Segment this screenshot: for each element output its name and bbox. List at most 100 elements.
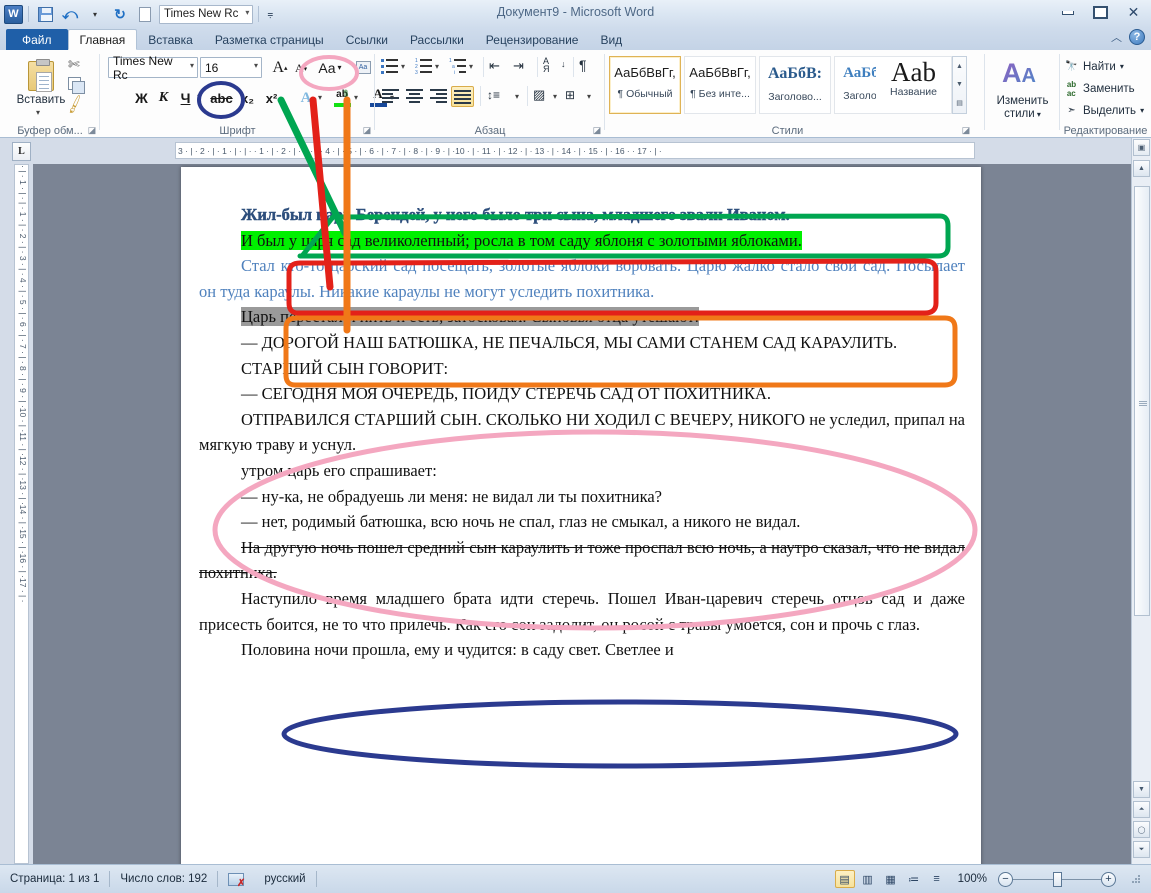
- paste-button[interactable]: [26, 57, 56, 92]
- style-title[interactable]: Aab Название: [876, 56, 952, 114]
- underline-dropdown[interactable]: ▾: [197, 92, 201, 101]
- clipboard-dialog-launcher[interactable]: ◪: [87, 125, 97, 135]
- decrease-indent-button[interactable]: ⇤: [489, 58, 500, 74]
- underline-button[interactable]: Ч: [176, 88, 195, 108]
- tab-review[interactable]: Рецензирование: [475, 29, 590, 50]
- paragraph-7[interactable]: — СЕГОДНЯ МОЯ ОЧЕРЕДЬ, ПОЙДУ СТЕРЕЧЬ САД…: [199, 381, 965, 407]
- maximize-button[interactable]: [1087, 4, 1114, 21]
- next-page-button[interactable]: ⏷: [1133, 841, 1150, 858]
- styles-gallery-scroll[interactable]: ▲ ▼ ▤: [952, 56, 967, 114]
- find-button[interactable]: 🔭 Найти ▾: [1064, 56, 1124, 77]
- style-no-spacing[interactable]: АаБбВвГг, ¶ Без инте...: [684, 56, 756, 114]
- font-size-input[interactable]: 16: [200, 57, 262, 78]
- tab-insert[interactable]: Вставка: [137, 29, 204, 50]
- paragraph-13[interactable]: Наступило время младшего брата идти стер…: [199, 586, 965, 637]
- multilevel-list-dropdown[interactable]: ▾: [469, 62, 473, 71]
- clear-formatting-button[interactable]: Aa: [352, 57, 374, 77]
- shading-button[interactable]: ▨: [533, 87, 545, 103]
- word-count-indicator[interactable]: Число слов: 192: [110, 869, 217, 889]
- paragraph-2[interactable]: И был у царя сад великолепный; росла в т…: [199, 228, 965, 254]
- numbering-dropdown[interactable]: ▾: [435, 62, 439, 71]
- paragraph-8[interactable]: ОТПРАВИЛСЯ СТАРШИЙ СЫН. СКОЛЬКО НИ ХОДИЛ…: [199, 407, 965, 458]
- shading-dropdown[interactable]: ▾: [553, 92, 557, 101]
- previous-page-button[interactable]: ⏶: [1133, 801, 1150, 818]
- tab-references[interactable]: Ссылки: [335, 29, 399, 50]
- zoom-level-label[interactable]: 100%: [950, 873, 995, 885]
- paragraph-9[interactable]: утром царь его спрашивает:: [199, 458, 965, 484]
- tab-file[interactable]: Файл: [6, 29, 68, 50]
- minimize-button[interactable]: [1054, 4, 1081, 21]
- highlight-button[interactable]: ab ✎: [332, 86, 353, 108]
- align-center-button[interactable]: [405, 88, 424, 104]
- close-button[interactable]: ✕: [1120, 4, 1147, 21]
- line-spacing-button[interactable]: ↕≡: [487, 88, 500, 102]
- scroll-up-button[interactable]: ▲: [1133, 160, 1150, 177]
- show-formatting-marks-button[interactable]: ¶: [579, 57, 587, 73]
- superscript-button[interactable]: x²: [261, 88, 282, 108]
- tab-home[interactable]: Главная: [67, 29, 138, 50]
- font-dialog-launcher[interactable]: ◪: [362, 125, 372, 135]
- increase-indent-button[interactable]: ⇥: [513, 58, 524, 74]
- paragraph-3[interactable]: Стал кто-то царский сад посещать, золоты…: [199, 253, 965, 304]
- zoom-slider[interactable]: − +: [998, 871, 1126, 887]
- copy-button[interactable]: [68, 77, 85, 94]
- style-normal[interactable]: АаБбВвГг, ¶ Обычный: [609, 56, 681, 114]
- bullets-button[interactable]: [381, 58, 399, 74]
- page-indicator[interactable]: Страница: 1 из 1: [0, 869, 109, 889]
- sort-button[interactable]: АЯ: [543, 57, 550, 74]
- paragraph-5[interactable]: — ДОРОГОЙ НАШ БАТЮШКА, НЕ ПЕЧАЛЬСЯ, МЫ С…: [199, 330, 965, 356]
- borders-button[interactable]: ⊞: [565, 88, 575, 102]
- window-controls[interactable]: ✕: [1054, 4, 1147, 21]
- resize-grip-icon[interactable]: [1129, 872, 1143, 886]
- paragraph-12[interactable]: На другую ночь пошел средний сын караули…: [199, 535, 965, 586]
- tab-mailings[interactable]: Рассылки: [399, 29, 475, 50]
- view-web-layout-button[interactable]: ▦: [881, 870, 901, 888]
- view-full-screen-reading-button[interactable]: ▥: [858, 870, 878, 888]
- select-button[interactable]: ➣ Выделить ▾: [1064, 100, 1144, 121]
- zoom-out-button[interactable]: −: [998, 871, 1013, 887]
- paragraph-6[interactable]: СТАРШИЙ СЫН ГОВОРИТ:: [199, 356, 965, 382]
- subscript-button[interactable]: x₂: [237, 88, 258, 108]
- replace-button[interactable]: ab ac Заменить: [1064, 78, 1135, 99]
- change-styles-icon[interactable]: AA: [1002, 58, 1036, 89]
- numbering-button[interactable]: 123: [415, 58, 433, 76]
- text-effects-dropdown[interactable]: ▾: [318, 93, 322, 102]
- paste-dropdown-arrow[interactable]: ▾: [36, 108, 40, 117]
- bullets-dropdown[interactable]: ▾: [401, 62, 405, 71]
- scrollbar-thumb[interactable]: [1134, 186, 1150, 616]
- italic-button[interactable]: К: [154, 88, 173, 108]
- vertical-ruler[interactable]: · | · 1 · | · | · 1 · | · 2 · | · 3 · | …: [14, 164, 29, 864]
- cut-button[interactable]: ✄: [68, 56, 80, 73]
- paragraph-11[interactable]: — нет, родимый батюшка, всю ночь не спал…: [199, 509, 965, 535]
- scroll-down-icon[interactable]: ▼: [956, 81, 963, 88]
- font-name-input[interactable]: Times New Rc: [108, 54, 198, 82]
- align-left-button[interactable]: [381, 88, 400, 104]
- help-icon[interactable]: ?: [1129, 29, 1145, 45]
- view-print-layout-button[interactable]: ▤: [834, 870, 855, 888]
- highlight-dropdown[interactable]: ▾: [354, 93, 358, 102]
- style-heading-1[interactable]: АаБбВ: Заголово...: [759, 56, 831, 114]
- tab-view[interactable]: Вид: [589, 29, 633, 50]
- scroll-up-icon[interactable]: ▲: [956, 63, 963, 70]
- language-indicator[interactable]: русский: [254, 869, 315, 889]
- browse-object-button[interactable]: ◯: [1133, 821, 1150, 838]
- tab-stop-selector-button[interactable]: L: [12, 142, 31, 161]
- vertical-scrollbar[interactable]: ▣ ▲ ▼ ⏶ ◯ ⏷: [1131, 138, 1151, 864]
- align-right-button[interactable]: [429, 88, 448, 104]
- bold-button[interactable]: Ж: [132, 88, 151, 108]
- change-case-button[interactable]: Aa ▾: [315, 58, 345, 77]
- multilevel-list-button[interactable]: 1ai: [449, 58, 467, 76]
- styles-dialog-launcher[interactable]: ◪: [961, 125, 971, 135]
- view-draft-button[interactable]: ≡: [927, 870, 947, 888]
- zoom-track[interactable]: [1013, 871, 1101, 887]
- document-page[interactable]: Жил-был царь Берендей, у него было три с…: [181, 167, 981, 864]
- tab-page-layout[interactable]: Разметка страницы: [204, 29, 335, 50]
- paragraph-14[interactable]: Половина ночи прошла, ему и чудится: в с…: [199, 637, 965, 663]
- shrink-font-button[interactable]: A ▾: [292, 60, 310, 77]
- minimize-ribbon-icon[interactable]: ︿: [1111, 29, 1122, 45]
- zoom-in-button[interactable]: +: [1101, 871, 1116, 887]
- paragraph-1[interactable]: Жил-был царь Берендей, у него было три с…: [199, 202, 965, 228]
- document-text[interactable]: Жил-был царь Берендей, у него было три с…: [199, 202, 965, 663]
- document-canvas[interactable]: Жил-был царь Берендей, у него было три с…: [33, 164, 1131, 864]
- grow-font-button[interactable]: A ▴: [270, 58, 290, 77]
